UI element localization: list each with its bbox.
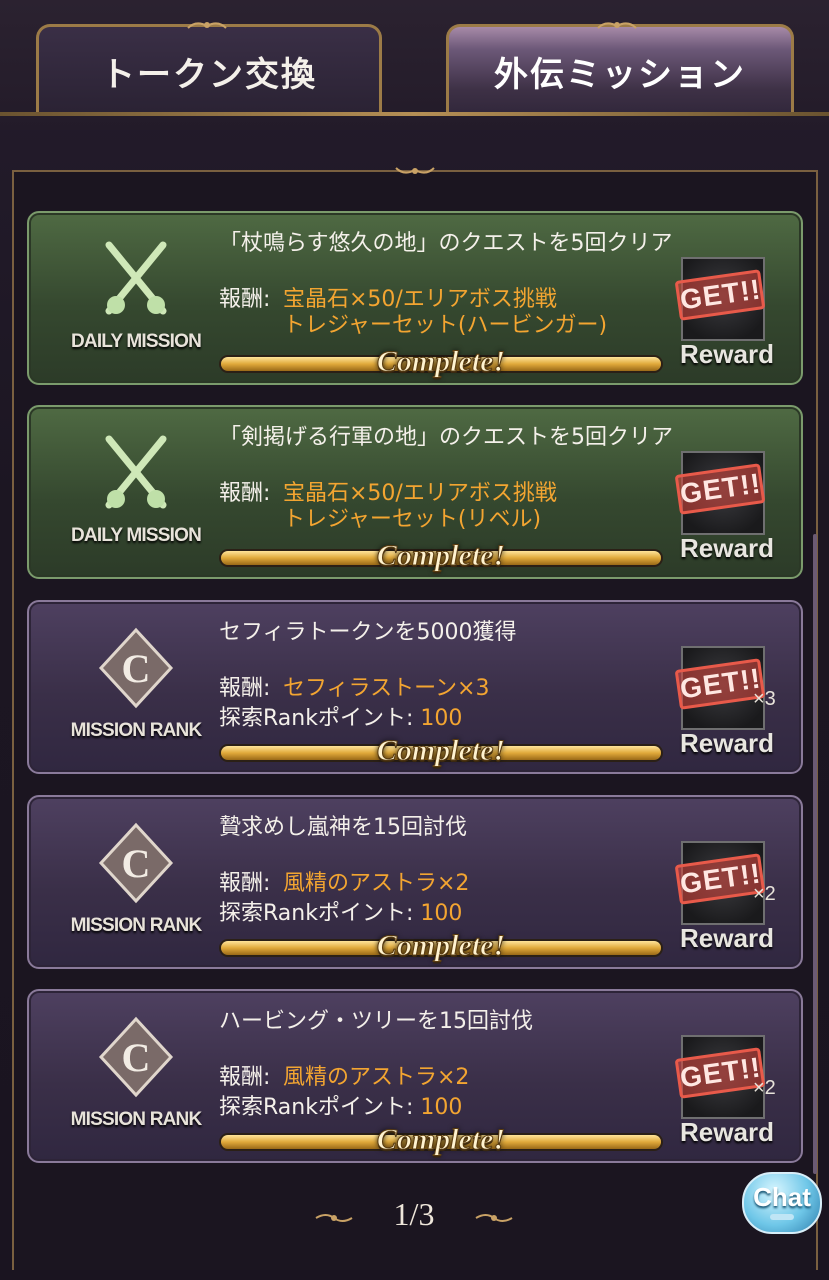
badge-label: MISSION RANK — [70, 1109, 203, 1130]
mission-rank-badge: C MISSION RANK — [41, 1013, 231, 1143]
mission-title: ハービング・ツリーを15回討伐 — [219, 1009, 533, 1034]
reward-item-line1: 宝晶石×50/エリアボス挑戦 — [283, 481, 557, 506]
reward-button[interactable]: Reward — [677, 728, 777, 759]
svg-text:C: C — [122, 646, 151, 691]
reward-button[interactable]: Reward — [677, 923, 777, 954]
crossed-swords-icon — [105, 435, 167, 509]
complete-label: Complete! — [376, 929, 506, 963]
reward-item-line2: トレジャーセット(ハービンガー) — [283, 313, 608, 338]
reward-item-line1: セフィラストーン×3 — [283, 676, 490, 701]
ornament-icon — [395, 167, 435, 174]
rank-points-line: 探索Rankポイント: 100 — [219, 706, 462, 732]
next-page-icon[interactable] — [474, 1212, 514, 1224]
reward-button[interactable]: Reward — [677, 339, 777, 370]
rank-points-prefix: 探索Rankポイント: — [219, 706, 414, 731]
scrollbar[interactable] — [813, 534, 817, 1174]
reward-prefix: 報酬: — [219, 676, 271, 701]
tab-underline — [0, 112, 829, 116]
complete-bar: Complete! — [221, 929, 661, 963]
reward-prefix: 報酬: — [219, 871, 271, 896]
tab-token-exchange-label: トークン交換 — [101, 55, 317, 95]
tab-token-exchange[interactable]: トークン交換 — [36, 24, 382, 116]
complete-label: Complete! — [376, 734, 506, 768]
chat-label: Chat — [753, 1182, 811, 1212]
mission-rank-badge: C MISSION RANK — [41, 624, 231, 754]
mission-rank-badge: C MISSION RANK — [41, 819, 231, 949]
crossed-swords-icon — [105, 241, 167, 315]
svg-text:C: C — [122, 1035, 151, 1080]
reward-item-line1: 風精のアストラ×2 — [283, 871, 470, 896]
complete-label: Complete! — [376, 1123, 506, 1157]
mission-card[interactable]: C MISSION RANK セフィラトークンを5000獲得 報酬: セフィラス… — [27, 600, 803, 774]
reward-quantity: ×2 — [753, 1077, 776, 1099]
ornament-icon — [187, 22, 227, 29]
complete-label: Complete! — [376, 345, 506, 379]
prev-page-icon[interactable] — [314, 1212, 354, 1224]
tab-side-story-missions-label: 外伝ミッション — [494, 55, 746, 95]
chat-button[interactable]: Chat — [742, 1172, 822, 1240]
reward-button[interactable]: Reward — [677, 533, 777, 564]
complete-bar: Complete! — [221, 1123, 661, 1157]
reward-item-line1: 宝晶石×50/エリアボス挑戦 — [283, 287, 557, 312]
mission-card[interactable]: DAILY MISSION 「杖鳴らす悠久の地」のクエストを5回クリア 報酬: … — [27, 211, 803, 385]
badge-label: MISSION RANK — [70, 915, 203, 936]
mission-title: セフィラトークンを5000獲得 — [219, 620, 517, 645]
daily-mission-badge: DAILY MISSION — [41, 235, 231, 365]
badge-label: DAILY MISSION — [70, 331, 202, 352]
reward-prefix: 報酬: — [219, 287, 271, 312]
complete-label: Complete! — [376, 539, 506, 573]
reward-prefix: 報酬: — [219, 1065, 271, 1090]
tab-side-story-missions[interactable]: 外伝ミッション — [446, 24, 794, 116]
reward-prefix: 報酬: — [219, 481, 271, 506]
rank-c-icon: C — [98, 822, 174, 904]
badge-label: MISSION RANK — [70, 720, 203, 741]
rank-c-icon: C — [98, 627, 174, 709]
complete-bar: Complete! — [221, 539, 661, 573]
reward-quantity: ×2 — [753, 883, 776, 905]
rank-points-value: 100 — [420, 1095, 463, 1120]
mission-title: 「剣掲げる行軍の地」のクエストを5回クリア — [219, 425, 673, 450]
mission-card[interactable]: C MISSION RANK 贄求めし嵐神を15回討伐 報酬: 風精のアストラ×… — [27, 795, 803, 969]
rank-points-line: 探索Rankポイント: 100 — [219, 1095, 462, 1121]
badge-label: DAILY MISSION — [70, 525, 202, 546]
reward-quantity: ×3 — [753, 688, 776, 710]
rank-points-value: 100 — [420, 706, 463, 731]
rank-points-prefix: 探索Rankポイント: — [219, 901, 414, 926]
rank-points-value: 100 — [420, 901, 463, 926]
complete-bar: Complete! — [221, 734, 661, 768]
reward-item-line1: 風精のアストラ×2 — [283, 1065, 470, 1090]
rank-c-icon: C — [98, 1016, 174, 1098]
rank-points-line: 探索Rankポイント: 100 — [219, 901, 462, 927]
mission-title: 贄求めし嵐神を15回討伐 — [219, 815, 467, 840]
mission-card[interactable]: DAILY MISSION 「剣掲げる行軍の地」のクエストを5回クリア 報酬: … — [27, 405, 803, 579]
pager: 1/3 — [0, 1196, 829, 1236]
svg-text:C: C — [122, 841, 151, 886]
chat-dots-icon — [770, 1214, 794, 1220]
tab-bar: トークン交換 外伝ミッション — [0, 0, 829, 130]
complete-bar: Complete! — [221, 345, 661, 379]
reward-item-line2: トレジャーセット(リベル) — [283, 507, 542, 532]
mission-card[interactable]: C MISSION RANK ハービング・ツリーを15回討伐 報酬: 風精のアス… — [27, 989, 803, 1163]
page-indicator: 1/3 — [393, 1196, 435, 1232]
daily-mission-badge: DAILY MISSION — [41, 429, 231, 559]
mission-title: 「杖鳴らす悠久の地」のクエストを5回クリア — [219, 231, 673, 256]
ornament-icon — [597, 22, 637, 29]
rank-points-prefix: 探索Rankポイント: — [219, 1095, 414, 1120]
reward-button[interactable]: Reward — [677, 1117, 777, 1148]
